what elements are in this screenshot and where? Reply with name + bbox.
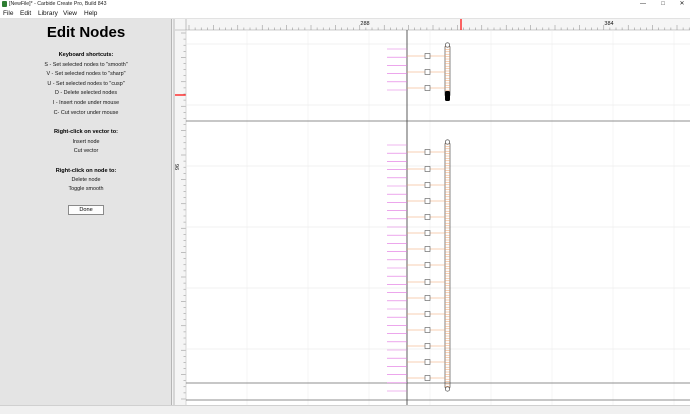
- shortcut-line: I - Insert node under mouse: [52, 100, 120, 106]
- node-box: [424, 279, 431, 285]
- end-node: [444, 386, 450, 392]
- node-box: [424, 69, 431, 75]
- vector-paths[interactable]: [387, 42, 451, 392]
- node-box: [424, 166, 431, 172]
- menu-library[interactable]: Library: [38, 9, 58, 19]
- node-box: [424, 246, 431, 252]
- node-box: [424, 343, 431, 349]
- shortcut-line: V - Set selected nodes to "sharp": [46, 71, 126, 77]
- shortcut-line: S - Set selected nodes to "smooth": [44, 62, 128, 68]
- shortcut-line: U - Set selected nodes to "cusp": [47, 81, 125, 87]
- menu-edit[interactable]: Edit: [20, 9, 31, 19]
- node-box: [424, 375, 431, 381]
- node-box: [424, 327, 431, 333]
- node-box: [424, 230, 431, 236]
- node-box: [424, 149, 431, 155]
- end-node: [444, 42, 450, 48]
- vector-rail: [444, 141, 451, 390]
- menu-help[interactable]: Help: [84, 9, 97, 19]
- window-title: [NewFile]* - Carbide Create Pro, Build 8…: [9, 1, 107, 7]
- menu-bar: File Edit Library View Help: [0, 9, 690, 19]
- node-box: [424, 295, 431, 301]
- maximize-button[interactable]: □: [656, 0, 670, 9]
- panel-title: Edit Nodes: [46, 24, 126, 41]
- node-action-line: Toggle smooth: [68, 186, 104, 192]
- canvas-svg[interactable]: 288 384 96: [175, 19, 690, 405]
- edit-nodes-panel: Edit Nodes Keyboard shortcuts: S - Set s…: [0, 19, 172, 405]
- node-box: [424, 85, 431, 91]
- selected-node: [445, 91, 450, 101]
- node-action-line: Delete node: [71, 177, 101, 183]
- shortcut-line: C- Cut vector under mouse: [53, 110, 119, 116]
- keyboard-shortcuts-heading: Keyboard shortcuts:: [58, 52, 114, 58]
- design-canvas[interactable]: 288 384 96: [175, 19, 690, 405]
- status-bar: [0, 405, 690, 414]
- done-button[interactable]: Done: [68, 205, 104, 215]
- ruler-label-288: 288: [360, 21, 369, 27]
- minimize-button[interactable]: —: [636, 0, 650, 9]
- left-ruler[interactable]: [175, 19, 186, 405]
- node-box: [424, 311, 431, 317]
- menu-file[interactable]: File: [3, 9, 13, 19]
- ruler-label-96: 96: [175, 164, 181, 170]
- node-box: [424, 214, 431, 220]
- end-node: [444, 139, 450, 145]
- node-box: [424, 262, 431, 268]
- node-box: [424, 359, 431, 365]
- canvas-grid: [185, 30, 690, 405]
- node-box: [424, 53, 431, 59]
- close-button[interactable]: ✕: [675, 0, 689, 9]
- title-bar: [NewFile]* - Carbide Create Pro, Build 8…: [0, 0, 690, 9]
- shortcut-line: D - Delete selected nodes: [54, 90, 118, 96]
- vector-action-line: Cut vector: [73, 148, 99, 154]
- node-actions-heading: Right-click on node to:: [55, 168, 117, 174]
- menu-view[interactable]: View: [63, 9, 77, 19]
- vector-action-line: Insert node: [72, 139, 100, 145]
- node-box: [424, 182, 431, 188]
- ruler-label-384: 384: [604, 21, 613, 27]
- node-box: [424, 198, 431, 204]
- vector-actions-heading: Right-click on vector to:: [53, 129, 119, 135]
- app-logo-icon: [2, 1, 7, 7]
